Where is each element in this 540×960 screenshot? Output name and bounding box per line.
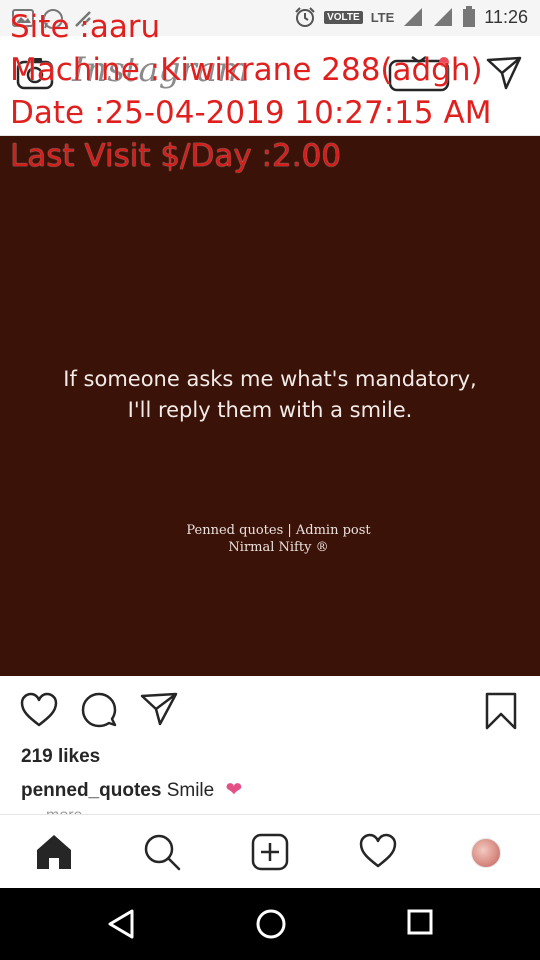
volte-badge: VOLTE — [324, 10, 363, 24]
quote-text: If someone asks me what's mandatory, I'l… — [0, 364, 540, 426]
like-heart-icon[interactable] — [20, 692, 58, 733]
direct-message-icon[interactable] — [486, 56, 522, 95]
system-icons: VOLTE LTE 11:26 — [294, 6, 528, 28]
caption-text: Smile — [166, 780, 215, 801]
post-image[interactable]: If someone asks me what's mandatory, I'l… — [0, 136, 540, 676]
igtv-icon[interactable] — [388, 55, 450, 97]
instagram-logo: Instagram — [72, 50, 250, 90]
battery-icon — [462, 6, 476, 28]
home-icon[interactable] — [35, 833, 73, 876]
clock-time: 11:26 — [484, 6, 528, 27]
android-navigation-bar — [0, 888, 540, 960]
likes-count[interactable]: 219 likes — [21, 746, 100, 768]
caption-username[interactable]: penned_quotes — [21, 780, 161, 801]
comment-icon[interactable] — [81, 692, 117, 733]
post-caption: penned_quotes Smile ❤ — [21, 777, 242, 802]
bookmark-icon[interactable] — [485, 692, 517, 735]
quote-line-1: If someone asks me what's mandatory, — [63, 367, 477, 391]
credit-line-2: Nirmal Nifty ® — [228, 540, 329, 555]
bottom-navigation — [0, 814, 540, 888]
signal-icon-1 — [402, 7, 424, 27]
search-icon[interactable] — [143, 833, 181, 876]
credit-line-1: Penned quotes | Admin post — [186, 523, 371, 538]
heart-emoji-icon: ❤ — [225, 779, 243, 801]
location-notification-icon — [72, 8, 94, 30]
signal-icon-2 — [432, 7, 454, 27]
add-post-icon[interactable] — [251, 833, 289, 876]
notification-icons — [12, 8, 94, 30]
app-header: Instagram — [0, 36, 540, 136]
gallery-notification-icon — [12, 8, 34, 30]
home-circle-icon[interactable] — [255, 908, 287, 945]
alarm-icon — [294, 6, 316, 28]
lte-label: LTE — [370, 9, 395, 25]
recents-icon[interactable] — [406, 908, 434, 941]
quote-credit: Penned quotes | Admin post Nirmal Nifty … — [0, 522, 540, 556]
whatsapp-notification-icon — [42, 8, 64, 30]
post-actions — [0, 686, 540, 740]
back-icon[interactable] — [106, 908, 136, 945]
camera-icon[interactable] — [16, 56, 54, 95]
quote-line-2: I'll reply them with a smile. — [127, 398, 413, 422]
profile-avatar[interactable] — [471, 838, 501, 868]
status-bar: VOLTE LTE 11:26 — [0, 0, 540, 36]
share-icon[interactable] — [140, 692, 178, 731]
activity-heart-icon[interactable] — [359, 833, 397, 874]
